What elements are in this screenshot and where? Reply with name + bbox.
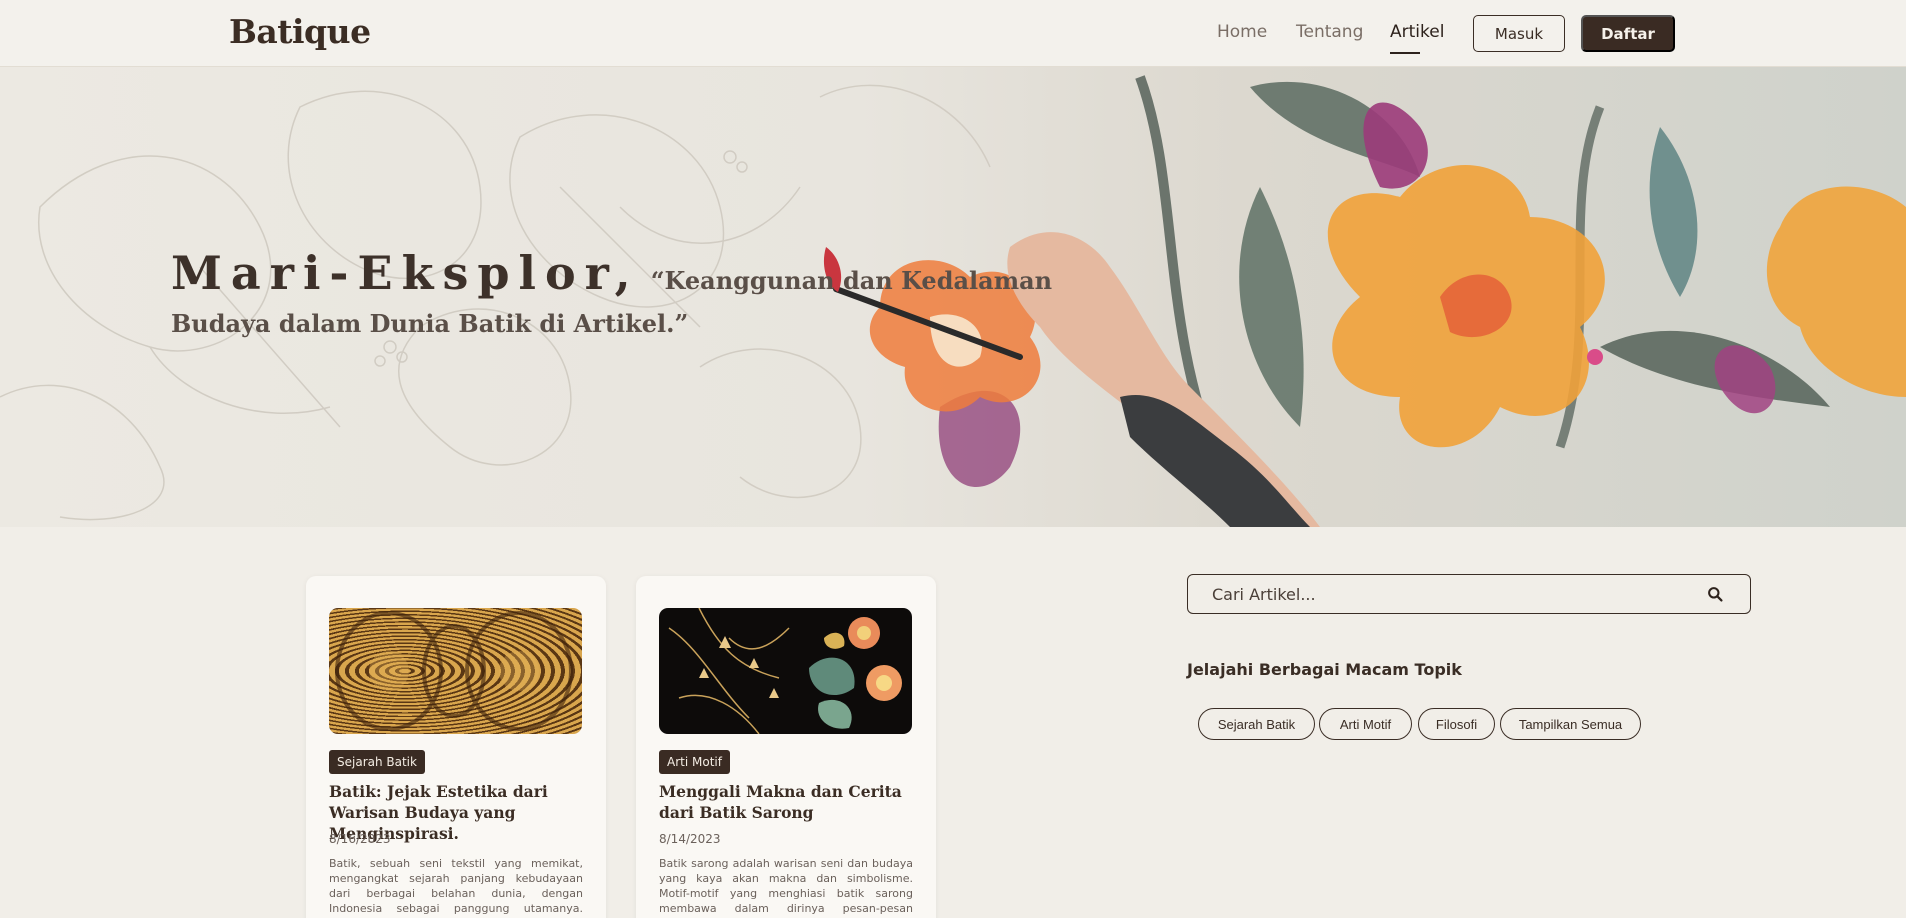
article-excerpt: Batik sarong adalah warisan seni dan bud… xyxy=(659,857,913,918)
article-category-tag[interactable]: Arti Motif xyxy=(659,750,730,774)
search-icon[interactable] xyxy=(1707,586,1724,603)
hero-banner: Mari-Eksplor, “Keanggunan dan Kedalaman … xyxy=(0,67,1906,527)
top-navbar: Batique Home Tentang Artikel Masuk Dafta… xyxy=(0,0,1906,67)
topic-chip-sejarah-batik[interactable]: Sejarah Batik xyxy=(1198,708,1315,740)
article-card[interactable]: Arti Motif Menggali Makna dan Cerita dar… xyxy=(636,576,936,918)
search-input[interactable] xyxy=(1188,575,1750,613)
register-button[interactable]: Daftar xyxy=(1581,15,1675,52)
article-date: 8/16/2023 xyxy=(329,832,391,846)
article-card[interactable]: Sejarah Batik Batik: Jejak Estetika dari… xyxy=(306,576,606,918)
login-button[interactable]: Masuk xyxy=(1473,15,1565,52)
article-thumbnail[interactable] xyxy=(329,608,582,734)
nav-link-home[interactable]: Home xyxy=(1217,22,1267,42)
article-title[interactable]: Menggali Makna dan Cerita dari Batik Sar… xyxy=(659,781,915,823)
topic-chip-arti-motif[interactable]: Arti Motif xyxy=(1319,708,1412,740)
topic-chip-show-all[interactable]: Tampilkan Semua xyxy=(1500,708,1641,740)
nav-link-tentang[interactable]: Tentang xyxy=(1296,22,1363,42)
article-excerpt: Batik, sebuah seni tekstil yang memikat,… xyxy=(329,857,583,918)
article-date: 8/14/2023 xyxy=(659,832,721,846)
topic-chip-filosofi[interactable]: Filosofi xyxy=(1418,708,1495,740)
search-bar xyxy=(1187,574,1751,614)
hero-title: Mari-Eksplor, xyxy=(171,246,640,300)
brand-logo[interactable]: Batique xyxy=(229,12,371,51)
hero-headline: Mari-Eksplor, “Keanggunan dan Kedalaman … xyxy=(171,250,1131,344)
article-thumbnail[interactable] xyxy=(659,608,912,734)
topics-heading: Jelajahi Berbagai Macam Topik xyxy=(1187,660,1462,679)
article-category-tag[interactable]: Sejarah Batik xyxy=(329,750,425,774)
active-nav-indicator xyxy=(1390,52,1420,54)
nav-link-artikel[interactable]: Artikel xyxy=(1390,22,1444,42)
